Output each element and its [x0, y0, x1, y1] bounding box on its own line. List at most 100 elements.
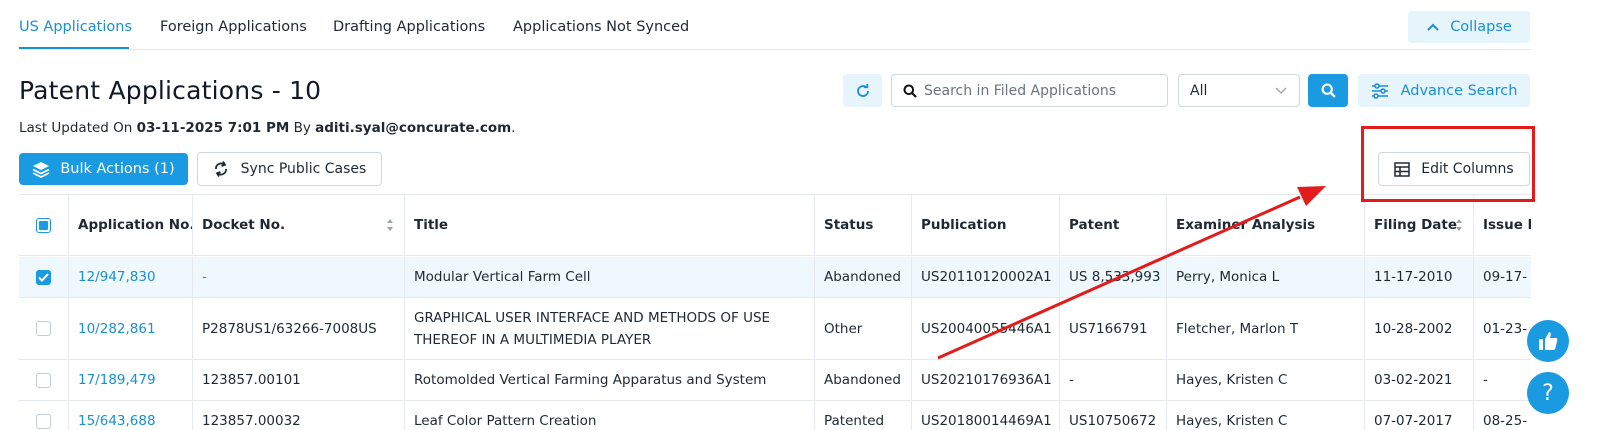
tab-us-applications[interactable]: US Applications: [19, 19, 132, 35]
patent-number: US10750672: [1060, 401, 1167, 430]
examiner-name: Fletcher, Marlon T: [1167, 298, 1365, 359]
edit-columns-button[interactable]: Edit Columns: [1378, 152, 1530, 186]
docket-number: P2878US1/63266-7008US: [193, 298, 405, 359]
application-title: GRAPHICAL USER INTERFACE AND METHODS OF …: [405, 298, 815, 359]
publication-number: US20210176936A1: [912, 360, 1060, 400]
docket-number: 123857.00032: [193, 401, 405, 430]
search-button[interactable]: [1308, 74, 1348, 107]
table-grid-icon: [1394, 161, 1410, 177]
bulk-actions-label: Bulk Actions (1): [60, 161, 175, 177]
collapse-button[interactable]: Collapse: [1408, 11, 1530, 43]
publication-number: US20180014469A1: [912, 401, 1060, 430]
row-checkbox[interactable]: [36, 413, 51, 429]
column-header-issue-date[interactable]: Issue D: [1474, 195, 1531, 255]
row-checkbox[interactable]: [36, 372, 51, 388]
docket-number: 123857.00101: [193, 360, 405, 400]
last-updated-datetime: 03-11-2025 7:01 PM: [136, 120, 290, 136]
publication-number: US20110120002A1: [912, 257, 1060, 297]
table-row[interactable]: 12/947,830 - Modular Vertical Farm Cell …: [19, 257, 1531, 298]
application-title: Rotomolded Vertical Farming Apparatus an…: [405, 360, 815, 400]
patent-number: US 8,533,993: [1060, 257, 1167, 297]
examiner-name: Hayes, Kristen C: [1167, 401, 1365, 430]
application-number-link[interactable]: 17/189,479: [69, 360, 193, 400]
feedback-button[interactable]: [1527, 320, 1569, 362]
applications-table: Application No. Docket No. Title Status …: [19, 194, 1531, 430]
tab-drafting-applications[interactable]: Drafting Applications: [333, 19, 485, 35]
sync-icon: [214, 161, 227, 177]
sliders-icon: [1371, 82, 1388, 99]
column-header-filing-date-label: Filing Date: [1374, 217, 1458, 233]
active-tab-indicator: [19, 47, 129, 49]
column-header-application-no[interactable]: Application No.: [69, 195, 193, 255]
examiner-name: Perry, Monica L: [1167, 257, 1365, 297]
tab-bar: US Applications Foreign Applications Dra…: [19, 0, 1531, 50]
table-header-row: Application No. Docket No. Title Status …: [19, 195, 1531, 256]
patent-number: US7166791: [1060, 298, 1167, 359]
tab-foreign-applications[interactable]: Foreign Applications: [160, 19, 307, 35]
column-header-docket-no[interactable]: Docket No.: [193, 195, 405, 255]
thumbs-up-icon: [1539, 332, 1558, 350]
column-header-status[interactable]: Status: [815, 195, 912, 255]
publication-number: US20040055446A1: [912, 298, 1060, 359]
column-header-docket-no-label: Docket No.: [202, 217, 286, 233]
docket-number: -: [193, 257, 405, 297]
search-field[interactable]: [891, 74, 1168, 107]
table-row[interactable]: 17/189,479 123857.00101 Rotomolded Verti…: [19, 360, 1531, 401]
layers-icon: [32, 161, 50, 178]
column-header-filing-date[interactable]: Filing Date: [1365, 195, 1474, 255]
search-input[interactable]: [924, 82, 1164, 99]
row-checkbox-cell: [19, 360, 69, 400]
sync-public-cases-button[interactable]: Sync Public Cases: [197, 152, 382, 186]
application-status: Other: [815, 298, 912, 359]
examiner-name: Hayes, Kristen C: [1167, 360, 1365, 400]
select-all-cell: [19, 195, 69, 255]
refresh-button[interactable]: [843, 74, 882, 107]
advance-search-label: Advance Search: [1400, 82, 1518, 99]
application-number-link[interactable]: 12/947,830: [69, 257, 193, 297]
bulk-actions-button[interactable]: Bulk Actions (1): [19, 153, 188, 185]
issue-date: 01-23-: [1474, 298, 1531, 359]
search-icon: [1321, 83, 1336, 98]
select-all-checkbox[interactable]: [36, 217, 51, 233]
column-header-publication[interactable]: Publication: [912, 195, 1060, 255]
filing-date: 07-07-2017: [1365, 401, 1474, 430]
chevron-up-icon: [1427, 23, 1439, 31]
application-title: Leaf Color Pattern Creation: [405, 401, 815, 430]
filter-select[interactable]: All: [1178, 74, 1300, 107]
application-number-link[interactable]: 10/282,861: [69, 298, 193, 359]
last-updated-text: Last Updated On 03-11-2025 7:01 PM By ad…: [19, 120, 516, 136]
sort-icon[interactable]: [1455, 218, 1463, 232]
page-title: Patent Applications - 10: [19, 76, 322, 105]
search-icon: [903, 84, 917, 98]
filing-date: 03-02-2021: [1365, 360, 1474, 400]
row-checkbox-cell: [19, 298, 69, 359]
application-number-link[interactable]: 15/643,688: [69, 401, 193, 430]
table-row[interactable]: 15/643,688 123857.00032 Leaf Color Patte…: [19, 401, 1531, 430]
sort-icon[interactable]: [386, 218, 394, 232]
chevron-down-icon: [1275, 87, 1287, 94]
last-updated-prefix: Last Updated On: [19, 120, 137, 136]
column-header-patent[interactable]: Patent: [1060, 195, 1167, 255]
edit-columns-label: Edit Columns: [1421, 161, 1514, 177]
application-status: Patented: [815, 401, 912, 430]
column-header-title[interactable]: Title: [405, 195, 815, 255]
column-header-examiner-analysis[interactable]: Examiner Analysis: [1167, 195, 1365, 255]
filing-date: 11-17-2010: [1365, 257, 1474, 297]
sync-public-cases-label: Sync Public Cases: [240, 161, 367, 177]
advance-search-button[interactable]: Advance Search: [1358, 74, 1530, 107]
tab-applications-not-synced[interactable]: Applications Not Synced: [513, 19, 689, 35]
last-updated-by: By: [289, 120, 316, 136]
filing-date: 10-28-2002: [1365, 298, 1474, 359]
issue-date: 09-17-: [1474, 257, 1531, 297]
application-title: Modular Vertical Farm Cell: [405, 257, 815, 297]
issue-date: -: [1474, 360, 1531, 400]
row-checkbox[interactable]: [36, 321, 51, 336]
row-checkbox[interactable]: [36, 269, 51, 285]
help-button[interactable]: ?: [1527, 372, 1569, 414]
application-status: Abandoned: [815, 257, 912, 297]
collapse-label: Collapse: [1450, 19, 1512, 35]
application-status: Abandoned: [815, 360, 912, 400]
help-icon: ?: [1542, 380, 1554, 406]
table-row[interactable]: 10/282,861 P2878US1/63266-7008US GRAPHIC…: [19, 298, 1531, 360]
row-checkbox-cell: [19, 257, 69, 297]
